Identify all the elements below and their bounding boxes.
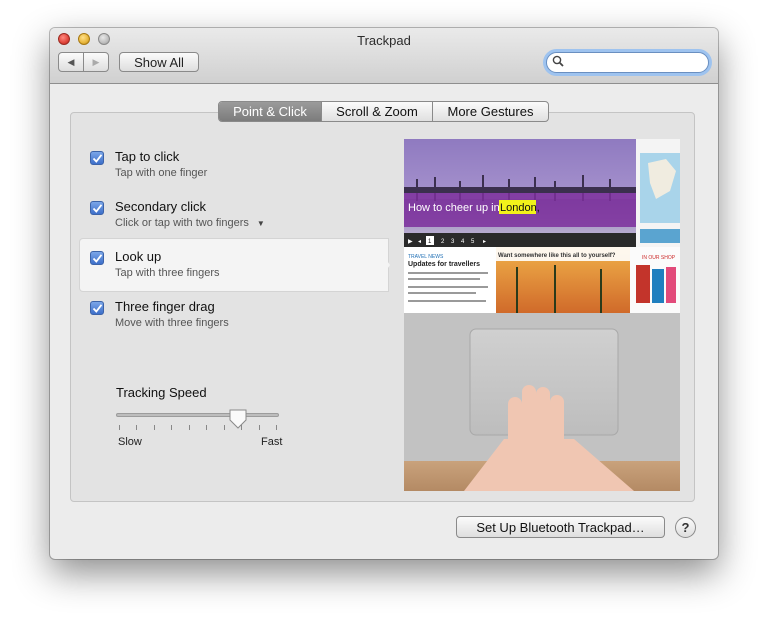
svg-text:▶: ▶: [408, 239, 413, 245]
tab-more-gestures[interactable]: More Gestures: [432, 102, 548, 121]
back-button[interactable]: ◀: [59, 53, 83, 71]
svg-text:How to cheer up in: How to cheer up in: [408, 202, 500, 214]
selected-option-highlight: [80, 239, 388, 291]
svg-text:▸: ▸: [483, 239, 486, 245]
back-forward-control: ◀ ▶: [58, 52, 109, 72]
tap-to-click-checkbox[interactable]: [90, 151, 104, 165]
preferences-window: Trackpad ◀ ▶ Show All Point & Click Scro…: [50, 28, 718, 559]
tracking-speed-label: Tracking Speed: [116, 385, 207, 400]
option-description: Click or tap with two fingers: [115, 217, 249, 229]
tracking-speed-slider[interactable]: [116, 413, 279, 417]
checkmark-icon: [92, 254, 103, 263]
slider-ticks: [119, 425, 277, 431]
three-finger-drag-checkbox[interactable]: [90, 301, 104, 315]
svg-text:Want somewhere like this all t: Want somewhere like this all to yourself…: [498, 253, 616, 259]
svg-text:TRAVEL NEWS: TRAVEL NEWS: [408, 254, 444, 260]
search-field[interactable]: [546, 52, 709, 73]
option-description: Tap with one finger: [115, 167, 208, 179]
checkmark-icon: [92, 204, 103, 213]
gesture-preview-video: How to cheer up in London, ▶ ◂ 1 2 3 4 5 …: [404, 139, 680, 491]
back-arrow-icon: ◀: [67, 56, 75, 67]
slider-min-label: Slow: [118, 436, 142, 448]
svg-text:IN OUR SHOP: IN OUR SHOP: [642, 255, 676, 261]
svg-text:London,: London,: [500, 202, 540, 214]
option-label: Three finger drag: [115, 299, 215, 314]
option-label: Secondary click: [115, 199, 207, 214]
svg-text:◂: ◂: [418, 239, 421, 245]
option-description: Tap with three fingers: [115, 267, 220, 279]
forward-button[interactable]: ▶: [83, 53, 108, 71]
show-all-button[interactable]: Show All: [119, 52, 199, 72]
help-button[interactable]: ?: [675, 517, 696, 538]
title-bar: Trackpad ◀ ▶ Show All: [50, 28, 718, 84]
secondary-click-checkbox[interactable]: [90, 201, 104, 215]
search-icon: [552, 55, 564, 70]
preview-illustration: How to cheer up in London, ▶ ◂ 1 2 3 4 5 …: [404, 139, 680, 491]
checkmark-icon: [92, 304, 103, 313]
selected-option-pointer: [372, 239, 390, 291]
secondary-click-dropdown[interactable]: Click or tap with two fingers ▼: [115, 217, 265, 229]
look-up-checkbox[interactable]: [90, 251, 104, 265]
tab-scroll-zoom[interactable]: Scroll & Zoom: [321, 102, 432, 121]
forward-arrow-icon: ▶: [92, 56, 100, 67]
slider-max-label: Fast: [261, 436, 283, 448]
option-label: Look up: [115, 249, 162, 264]
checkmark-icon: [92, 154, 103, 163]
option-label: Tap to click: [115, 149, 180, 164]
dropdown-arrow-icon: ▼: [256, 219, 265, 228]
tab-bar: Point & Click Scroll & Zoom More Gesture…: [218, 101, 549, 122]
tab-point-click[interactable]: Point & Click: [219, 102, 321, 121]
window-title: Trackpad: [357, 33, 411, 48]
search-input[interactable]: [567, 54, 701, 72]
option-description: Move with three fingers: [115, 317, 229, 329]
svg-text:Updates for travellers: Updates for travellers: [408, 261, 480, 268]
setup-bluetooth-trackpad-button[interactable]: Set Up Bluetooth Trackpad…: [456, 516, 665, 538]
